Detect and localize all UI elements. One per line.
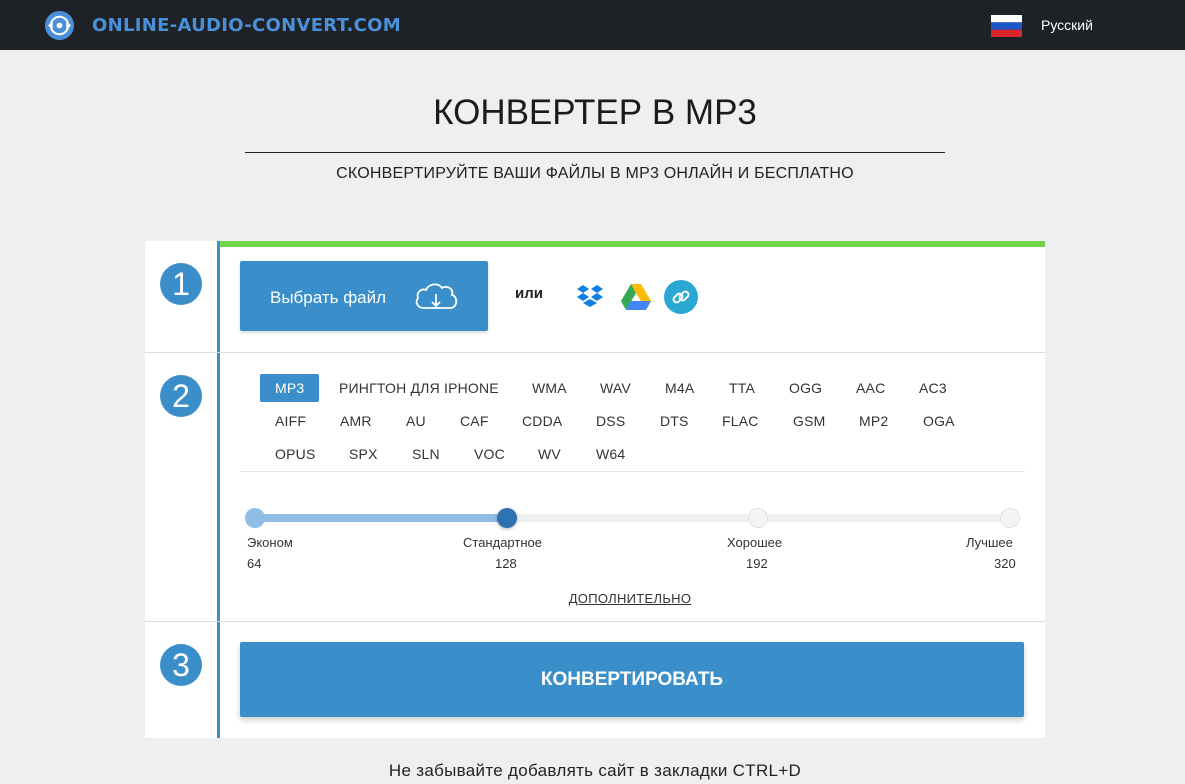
- format-aac[interactable]: AAC: [856, 374, 885, 402]
- format-mp2[interactable]: MP2: [859, 407, 888, 435]
- format-wma[interactable]: WMA: [532, 374, 567, 402]
- quality-value-best: 320: [994, 556, 1016, 571]
- format-voc[interactable]: VOC: [474, 440, 505, 468]
- format-spx[interactable]: SPX: [349, 440, 378, 468]
- step-divider: [145, 352, 1045, 353]
- choose-file-label: Выбрать файл: [270, 288, 387, 307]
- quality-label-best: Лучшее: [966, 535, 1013, 550]
- quality-value-economy: 64: [247, 556, 262, 571]
- top-navigation-bar: ONLINE-AUDIO-CONVERT.COM Русский: [0, 0, 1185, 50]
- progress-bar: [220, 241, 1045, 247]
- quality-label-economy: Эконом: [247, 535, 293, 550]
- step-divider: [145, 621, 1045, 622]
- converter-card: 1 2 3 Выбрать файл или MP3 РИНГТОН ДЛЯ I…: [145, 241, 1045, 738]
- choose-file-button[interactable]: Выбрать файл: [240, 261, 488, 331]
- format-gsm[interactable]: GSM: [793, 407, 826, 435]
- format-ac3[interactable]: AC3: [919, 374, 947, 402]
- quality-stop-economy[interactable]: [245, 508, 265, 528]
- format-oga[interactable]: OGA: [923, 407, 955, 435]
- format-opus[interactable]: OPUS: [275, 440, 315, 468]
- url-link-icon[interactable]: [663, 279, 699, 315]
- formats-divider: [240, 471, 1025, 472]
- format-aiff[interactable]: AIFF: [275, 407, 306, 435]
- quality-stop-good[interactable]: [748, 508, 768, 528]
- logo-icon[interactable]: [44, 10, 75, 41]
- format-m4a[interactable]: M4A: [665, 374, 694, 402]
- page-title: КОНВЕРТЕР В MP3: [433, 93, 757, 132]
- cloud-upload-icon: [415, 283, 458, 309]
- quality-slider-fill: [255, 514, 507, 522]
- quality-value-standard: 128: [495, 556, 517, 571]
- step-2-badge: 2: [160, 375, 202, 417]
- bookmark-reminder: Не забывайте добавлять сайт в закладки C…: [388, 761, 802, 780]
- quality-slider-handle[interactable]: [497, 508, 517, 528]
- convert-button[interactable]: КОНВЕРТИРОВАТЬ: [240, 642, 1024, 717]
- page-subtitle: СКОНВЕРТИРУЙТЕ ВАШИ ФАЙЛЫ В MP3 ОНЛАЙН И…: [336, 165, 854, 182]
- step-3-badge: 3: [160, 644, 202, 686]
- format-ringtone-iphone[interactable]: РИНГТОН ДЛЯ IPHONE: [339, 374, 499, 402]
- quality-value-good: 192: [746, 556, 768, 571]
- steps-vertical-line: [217, 241, 220, 738]
- format-dss[interactable]: DSS: [596, 407, 625, 435]
- quality-label-standard: Стандартное: [463, 535, 542, 550]
- format-cdda[interactable]: CDDA: [522, 407, 562, 435]
- format-au[interactable]: AU: [406, 407, 426, 435]
- russian-flag-icon[interactable]: [991, 15, 1022, 37]
- advanced-options-link[interactable]: ДОПОЛНИТЕЛЬНО: [145, 591, 1115, 606]
- quality-label-good: Хорошее: [727, 535, 783, 550]
- step-1-badge: 1: [160, 263, 202, 305]
- format-sln[interactable]: SLN: [412, 440, 440, 468]
- quality-stop-best[interactable]: [1000, 508, 1020, 528]
- google-drive-icon[interactable]: [620, 283, 652, 311]
- dropbox-icon[interactable]: [576, 284, 604, 310]
- format-amr[interactable]: AMR: [340, 407, 372, 435]
- title-divider: [245, 152, 945, 153]
- language-selector[interactable]: Русский: [1041, 17, 1093, 33]
- format-wav[interactable]: WAV: [600, 374, 631, 402]
- format-ogg[interactable]: OGG: [789, 374, 822, 402]
- format-caf[interactable]: CAF: [460, 407, 489, 435]
- or-label: или: [515, 285, 543, 302]
- format-w64[interactable]: W64: [596, 440, 625, 468]
- site-logo-text[interactable]: ONLINE-AUDIO-CONVERT.COM: [92, 15, 401, 36]
- format-mp3[interactable]: MP3: [260, 374, 320, 402]
- format-flac[interactable]: FLAC: [722, 407, 759, 435]
- format-wv[interactable]: WV: [538, 440, 561, 468]
- format-tta[interactable]: TTA: [729, 374, 755, 402]
- format-dts[interactable]: DTS: [660, 407, 689, 435]
